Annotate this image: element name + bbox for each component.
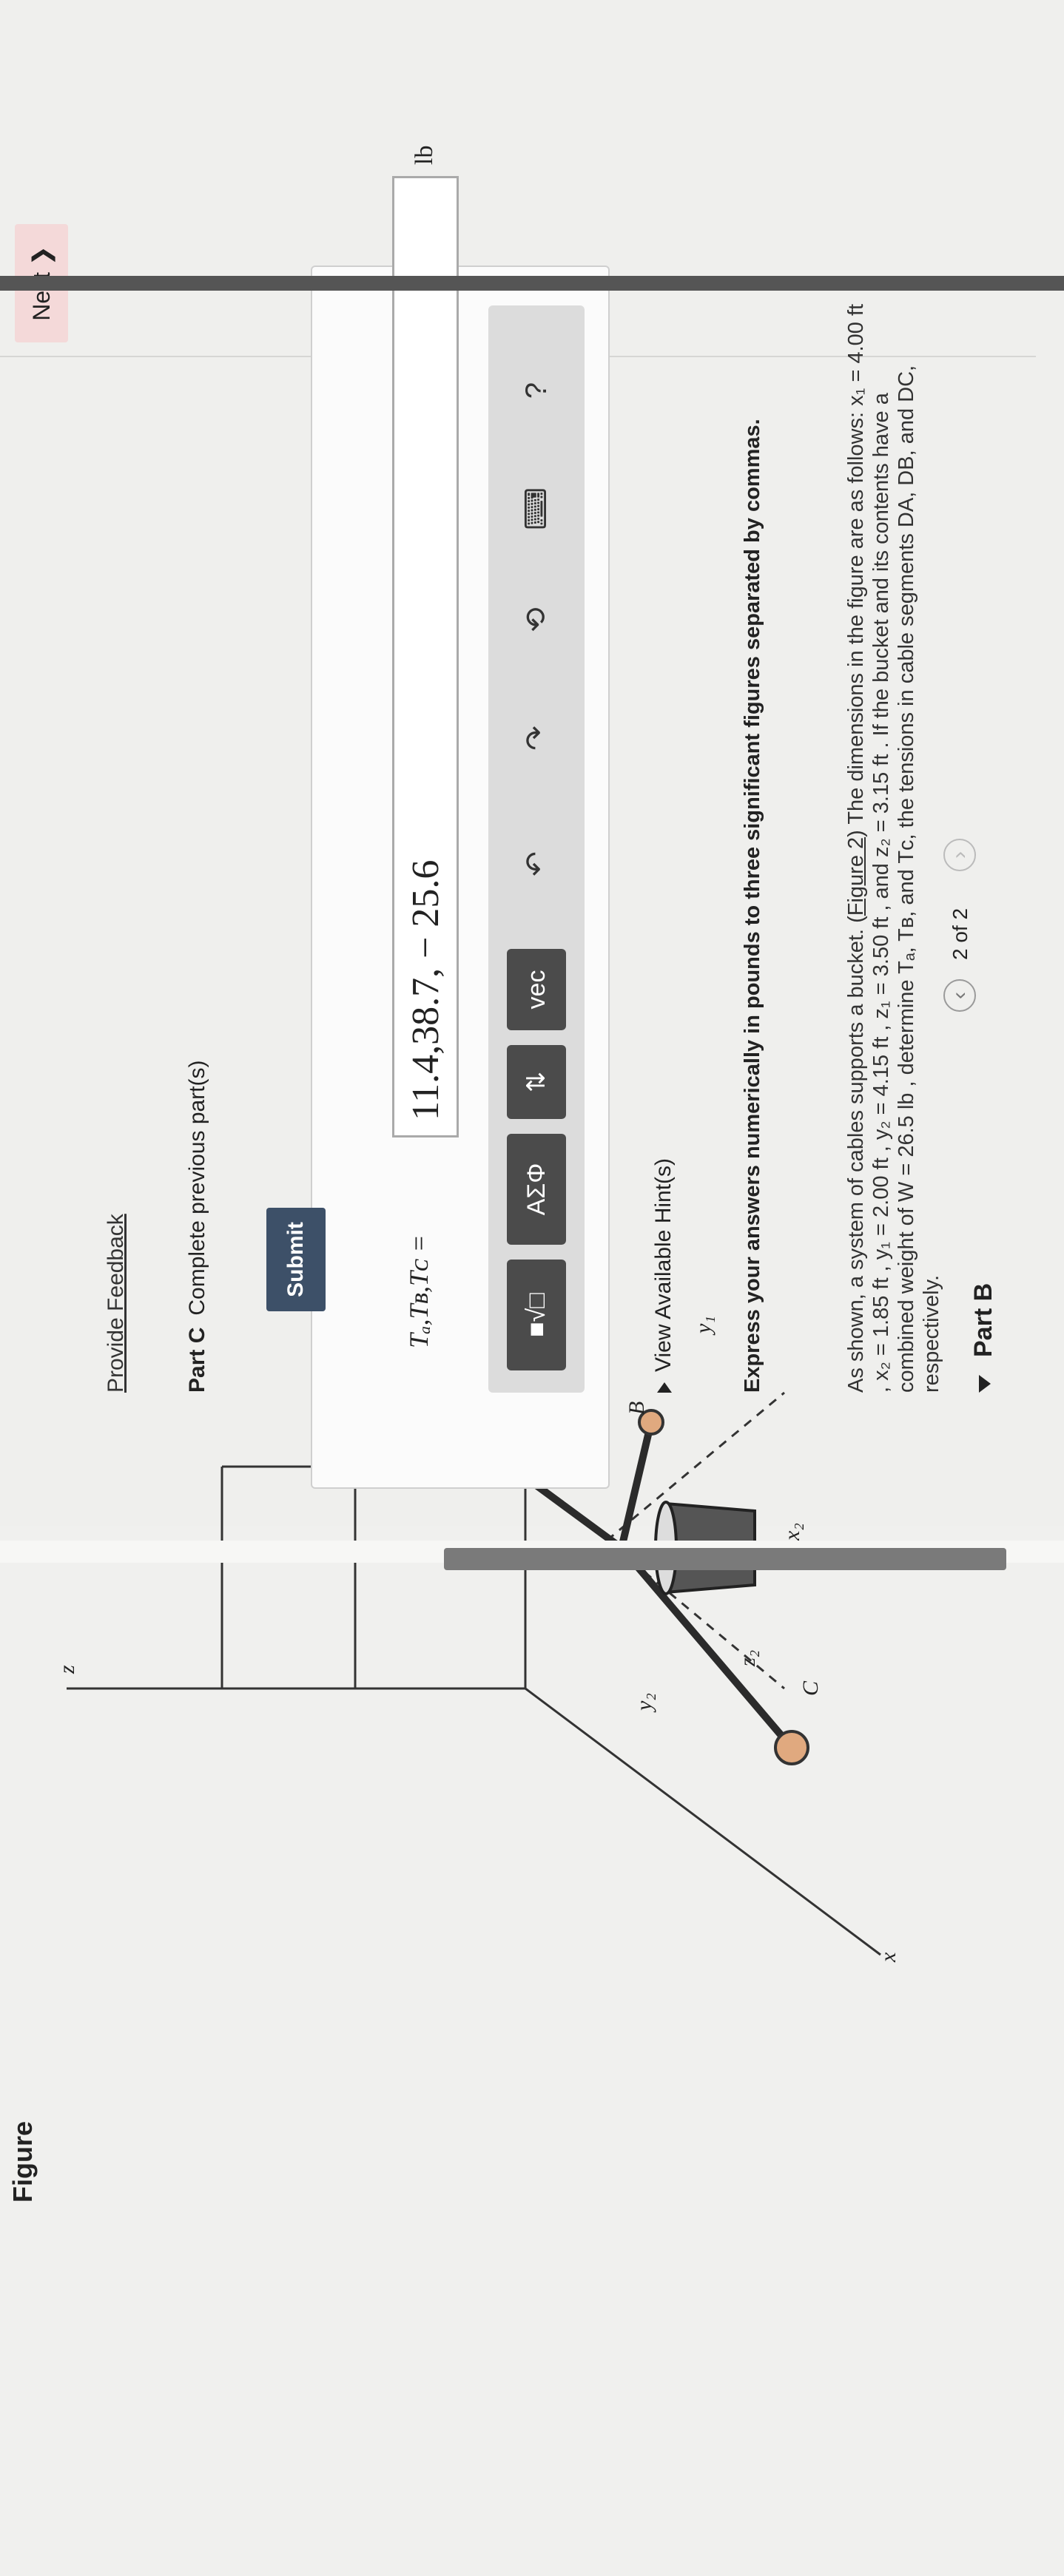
figure-prev-button[interactable]: ‹ bbox=[943, 979, 976, 1012]
label-x2: x₂ bbox=[780, 1523, 804, 1541]
keyboard-icon[interactable]: ⌨ bbox=[511, 483, 562, 535]
instruction-text: Express your answers numerically in poun… bbox=[741, 419, 764, 1393]
templates-button[interactable]: ■√□ bbox=[507, 1260, 566, 1370]
submit-button[interactable]: Submit bbox=[266, 1208, 326, 1311]
redo-icon[interactable]: ↷ bbox=[511, 712, 562, 764]
label-z: z bbox=[55, 1665, 79, 1674]
vector-button[interactable]: vec bbox=[507, 949, 566, 1030]
help-icon[interactable]: ? bbox=[511, 365, 562, 416]
label-x: x bbox=[876, 1952, 900, 1963]
reset-icon[interactable]: ⟲ bbox=[511, 594, 562, 646]
scrollbar-thumb[interactable] bbox=[444, 1548, 1006, 1570]
answer-unit: lb bbox=[411, 145, 438, 165]
provide-feedback-link[interactable]: Provide Feedback bbox=[104, 1214, 129, 1393]
label-c: C bbox=[798, 1680, 823, 1696]
arrows-button[interactable]: ⇅ bbox=[507, 1045, 566, 1119]
screen: Figure ‹ 2 of 2 › z y₂ C z₂ B y₁ x₂ x Pa… bbox=[0, 0, 1064, 2576]
label-y2: y₂ bbox=[632, 1693, 656, 1713]
right-scrollbar[interactable] bbox=[0, 276, 1064, 291]
view-hints-toggle[interactable]: View Available Hint(s) bbox=[651, 1158, 676, 1393]
problem-statement: As shown, a system of cables supports a … bbox=[844, 303, 943, 1393]
figure-title: Figure bbox=[7, 2120, 38, 2203]
collapse-caret-icon bbox=[979, 1375, 991, 1393]
figure-link[interactable]: Figure 2 bbox=[844, 837, 868, 916]
answer-input[interactable]: 11.4,38.7, − 25.6 bbox=[392, 176, 459, 1137]
label-z2: z₂ bbox=[735, 1650, 760, 1667]
part-c-row[interactable]: Part C Complete previous part(s) bbox=[185, 1061, 210, 1393]
part-c-label: Part C bbox=[185, 1327, 209, 1393]
math-toolbar: ■√□ AΣΦ ⇅ vec ↶ ↷ ⟲ ⌨ ? bbox=[488, 305, 585, 1393]
greek-symbols-button[interactable]: AΣΦ bbox=[507, 1134, 566, 1245]
figure-next-button[interactable]: › bbox=[943, 839, 976, 871]
cable-db bbox=[618, 1419, 655, 1552]
part-c-status: Complete previous part(s) bbox=[185, 1060, 209, 1316]
answer-label: Tₐ,Tʙ,Tᴄ = bbox=[404, 1234, 434, 1348]
expand-triangle-icon bbox=[657, 1382, 673, 1393]
undo-icon[interactable]: ↶ bbox=[511, 838, 562, 890]
pulley-c bbox=[774, 1730, 809, 1765]
x-axis bbox=[525, 1687, 881, 1956]
figure-page-counter: 2 of 2 bbox=[949, 907, 972, 960]
label-b: B bbox=[624, 1402, 649, 1415]
part-b-header[interactable]: Part B bbox=[969, 1283, 998, 1393]
label-y1: y₁ bbox=[691, 1316, 715, 1336]
